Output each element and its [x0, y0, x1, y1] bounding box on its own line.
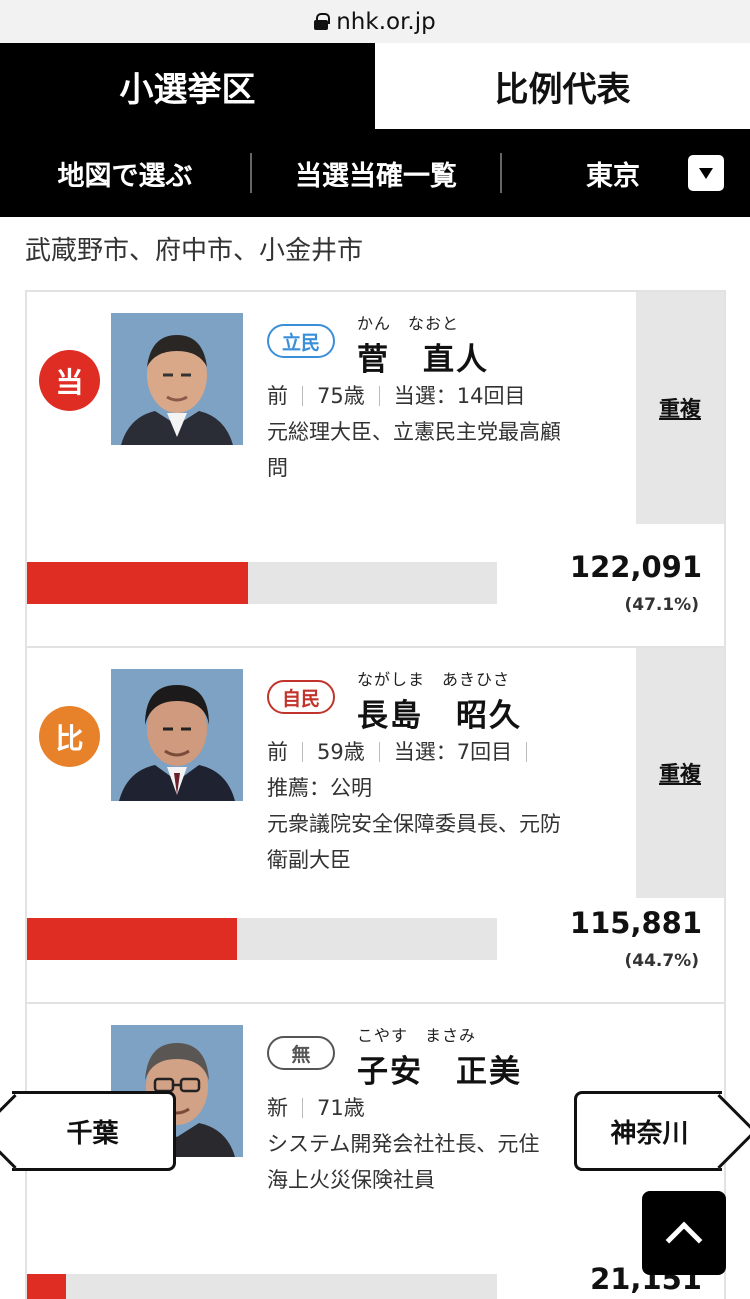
career-line: 元衆議院安全保障委員長、元防 — [267, 812, 561, 836]
winners-list-link[interactable]: 当選当確一覧 — [252, 129, 500, 217]
lock-icon — [314, 13, 331, 30]
prefecture-select[interactable]: 東京 — [502, 129, 750, 217]
endorsement-text: 推薦：公明 — [267, 776, 372, 800]
divider — [302, 1098, 303, 1118]
candidate-info: 新 71歳 システム開発会社社長、元住 海上火災保険社員 — [267, 1090, 627, 1198]
chevron-right-icon — [682, 1094, 750, 1169]
address-bar[interactable]: nhk.or.jp — [0, 0, 750, 43]
vote-percent: (44.7%) — [624, 951, 699, 971]
chevron-left-icon — [0, 1094, 52, 1169]
tab-proportional[interactable]: 比例代表 — [375, 43, 750, 129]
vote-bar-fill — [27, 562, 249, 604]
elected-count: 当選：7回目 — [393, 740, 513, 764]
election-type-tabs: 小選挙区 比例代表 — [0, 43, 750, 129]
candidate-info: 前 59歳 当選：7回目 推薦：公明 元衆議院安全保障委員長、元防 衛副大臣 — [267, 734, 627, 878]
map-select-link[interactable]: 地図で選ぶ — [0, 129, 250, 217]
vote-bar — [27, 1274, 497, 1299]
divider — [378, 386, 380, 406]
candidate-photo — [111, 669, 243, 801]
elected-count: 当選：14回目 — [393, 384, 526, 408]
proportional-badge: 比 — [39, 706, 100, 767]
candidate-card: 当 立民 かん なおと 菅 直人 前 75歳 当選：14回目 元総理大臣、立憲民主党… — [25, 290, 726, 646]
back-to-top-button[interactable] — [642, 1191, 726, 1275]
party-badge: 自民 — [267, 680, 335, 714]
divider — [526, 742, 528, 762]
career-line: 元総理大臣、立憲民主党最高顧 — [267, 420, 561, 444]
vote-bar — [27, 562, 497, 604]
divider — [378, 742, 380, 762]
prefecture-label: 東京 — [586, 160, 640, 192]
tab-single-seat[interactable]: 小選挙区 — [0, 43, 375, 129]
next-prefecture-label: 神奈川 — [610, 1118, 689, 1149]
status-text: 新 — [267, 1096, 288, 1120]
vote-count: 122,091 — [569, 550, 702, 584]
elected-badge: 当 — [39, 350, 100, 411]
url-text: nhk.or.jp — [336, 8, 436, 35]
candidate-name: 長島 昭久 — [357, 698, 522, 734]
candidate-card: 比 自民 ながしま あきひさ 長島 昭久 前 59歳 当選：7回目 推薦：公明 元衆… — [25, 646, 726, 1002]
sub-navigation: 地図で選ぶ 当選当確一覧 東京 — [0, 129, 750, 217]
duplicate-link[interactable]: 重複 — [636, 292, 724, 524]
vote-bar-fill — [27, 918, 238, 960]
district-title: 武蔵野市、府中市、小金井市 — [25, 236, 364, 266]
status-text: 前 — [267, 384, 288, 408]
duplicate-link[interactable]: 重複 — [636, 648, 724, 898]
party-badge: 立民 — [267, 324, 335, 358]
arrow-up-icon — [665, 1221, 703, 1259]
name-kana: かん なおと — [357, 314, 460, 333]
candidate-info: 前 75歳 当選：14回目 元総理大臣、立憲民主党最高顧 問 — [267, 378, 627, 486]
party-badge: 無 — [267, 1036, 335, 1070]
vote-bar-fill — [27, 1274, 66, 1299]
career-line: 海上火災保険社員 — [267, 1168, 435, 1192]
chevron-down-icon[interactable] — [688, 155, 724, 191]
status-text: 前 — [267, 740, 288, 764]
next-prefecture-button[interactable]: 神奈川 — [574, 1091, 750, 1171]
age-text: 75歳 — [317, 384, 365, 408]
name-kana: ながしま あきひさ — [357, 670, 511, 689]
candidate-name: 菅 直人 — [357, 342, 489, 378]
career-line: システム開発会社社長、元住 — [267, 1132, 540, 1156]
vote-bar — [27, 918, 497, 960]
age-text: 71歳 — [317, 1096, 365, 1120]
age-text: 59歳 — [317, 740, 365, 764]
prev-prefecture-label: 千葉 — [66, 1118, 119, 1149]
divider — [302, 386, 303, 406]
divider — [302, 742, 303, 762]
candidate-name: 子安 正美 — [357, 1054, 522, 1090]
vote-count: 115,881 — [569, 906, 702, 940]
candidate-photo — [111, 313, 243, 445]
vote-percent: (47.1%) — [624, 595, 699, 615]
name-kana: こやす まさみ — [357, 1026, 477, 1045]
career-line: 衛副大臣 — [267, 848, 351, 872]
prev-prefecture-button[interactable]: 千葉 — [0, 1091, 176, 1171]
career-line: 問 — [267, 456, 288, 480]
